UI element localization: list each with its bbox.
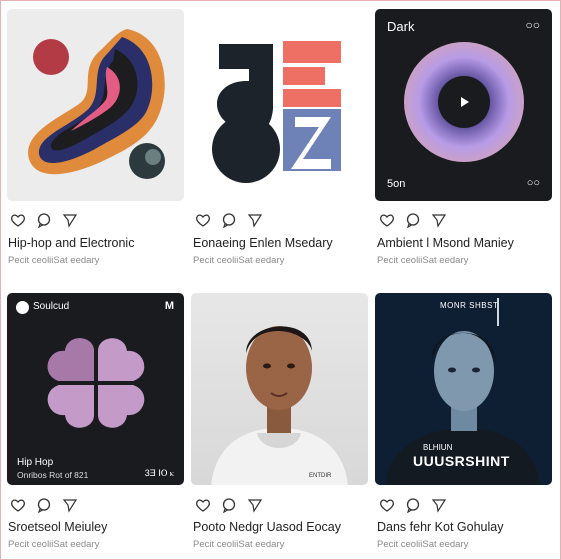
share-icon[interactable] [62, 497, 78, 513]
share-icon[interactable] [62, 212, 78, 228]
card-title[interactable]: Hip-hop and Electronic [8, 236, 134, 250]
card-meta: Pecit ceoliiSat eedary [193, 539, 285, 550]
heart-icon[interactable] [195, 212, 211, 228]
card-title[interactable]: Ambient l Msond Maniey [377, 236, 514, 250]
share-icon[interactable] [247, 497, 263, 513]
art-bottom-label: 5on [387, 178, 406, 190]
share-icon[interactable] [431, 497, 447, 513]
album-art-1[interactable] [7, 9, 184, 201]
card-title[interactable]: Pooto Nedgr Uasod Eocay [193, 520, 341, 534]
album-art-2[interactable] [191, 9, 368, 201]
purple-ring-art [404, 42, 524, 162]
heart-icon[interactable] [10, 497, 26, 513]
album-art-6[interactable]: MONR SHBST BLHIUN UUUSRSHINT [375, 293, 552, 485]
share-icon[interactable] [431, 212, 447, 228]
art-sub-text: BLHIUN [423, 443, 453, 452]
art-headline: UUUSRSHINT [413, 453, 510, 469]
album-art-4[interactable]: Soulcud M Hip Hop Onribos Rot of 821 3Ǝ … [7, 293, 184, 485]
comment-icon[interactable] [36, 497, 52, 514]
album-art-3[interactable]: Dark ○○ 5on ○○ [375, 9, 552, 201]
heart-icon[interactable] [379, 212, 395, 228]
album-art-5[interactable]: ENTDIR [191, 293, 368, 485]
heart-icon[interactable] [195, 497, 211, 513]
card-title[interactable]: Sroetseol Meiuley [8, 520, 107, 534]
genre-label: Hip Hop [17, 457, 54, 468]
comment-icon[interactable] [36, 212, 52, 229]
share-icon[interactable] [247, 212, 263, 228]
card-title[interactable]: Eonaeing Enlen Msedary [193, 236, 333, 250]
link-icon: ○○ [526, 177, 540, 189]
card-meta: Pecit ceoliiSat eedary [8, 255, 100, 266]
sub-label: Onribos Rot of 821 [17, 470, 89, 480]
comment-icon[interactable] [221, 212, 237, 229]
comment-icon[interactable] [221, 497, 237, 514]
heart-icon[interactable] [10, 212, 26, 228]
card-meta: Pecit ceoliiSat eedary [377, 255, 469, 266]
heart-icon[interactable] [379, 497, 395, 513]
abstract-swirl-art [28, 29, 165, 179]
card-meta: Pecit ceoliiSat eedary [377, 539, 469, 550]
geometric-shapes-art [212, 41, 341, 183]
comment-icon[interactable] [405, 497, 421, 514]
portrait-photo: ENTDIR [211, 326, 348, 485]
shirt-text: ENTDIR [309, 473, 332, 479]
card-title[interactable]: Dans fehr Kot Gohulay [377, 520, 503, 534]
comment-icon[interactable] [405, 212, 421, 229]
card-meta: Pecit ceoliiSat eedary [8, 539, 100, 550]
player-controls[interactable]: 3Ǝ ⅠⲞ ⲕ [145, 468, 174, 479]
card-meta: Pecit ceoliiSat eedary [193, 255, 285, 266]
